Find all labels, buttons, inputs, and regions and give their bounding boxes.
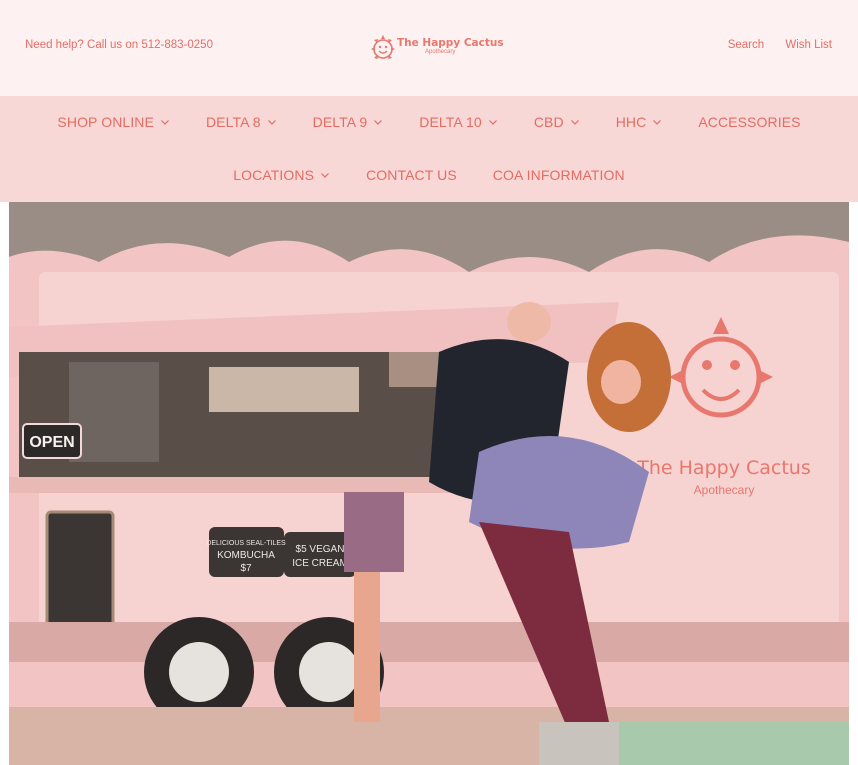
- icecream-sign-line1: $5 VEGAN: [296, 544, 345, 555]
- logo-name: The Happy Cactus: [397, 37, 504, 49]
- nav-row-primary: SHOP ONLINE DELTA 8 DELTA 9 DELTA 10 CBD HHC A…: [0, 112, 858, 132]
- nav-item-delta-9[interactable]: DELTA 9: [313, 112, 384, 132]
- nav-item-delta-8[interactable]: DELTA 8: [206, 112, 277, 132]
- chevron-down-icon: [374, 120, 383, 125]
- chevron-down-icon: [267, 120, 276, 125]
- chevron-down-icon: [488, 120, 497, 125]
- nav-item-contact-us[interactable]: CONTACT US: [366, 165, 457, 185]
- wishlist-link[interactable]: Wish List: [785, 39, 832, 51]
- nav-item-hhc[interactable]: HHC: [616, 112, 663, 132]
- nav-item-label: LOCATIONS: [233, 167, 315, 183]
- open-sign: OPEN: [29, 434, 74, 451]
- top-actions: Search Wish List: [710, 39, 832, 51]
- icecream-sign-line2: ICE CREAM: [292, 558, 348, 569]
- logo-subtitle: Apothecary: [425, 49, 456, 55]
- nav-item-label: DELTA 10: [419, 114, 482, 130]
- nav-item-label: HHC: [615, 114, 647, 130]
- nav-item-locations[interactable]: LOCATIONS: [233, 165, 330, 185]
- kombucha-sign-line1: DELICIOUS SEAL-TILES: [206, 540, 286, 547]
- nav-item-label: ACCESSORIES: [698, 114, 801, 130]
- chevron-down-icon: [570, 120, 579, 125]
- nav-item-label: DELTA 9: [312, 114, 368, 130]
- kombucha-sign-price: $7: [240, 563, 252, 574]
- search-link[interactable]: Search: [728, 39, 764, 51]
- nav-item-accessories[interactable]: ACCESSORIES: [698, 112, 800, 132]
- nav-item-label: CBD: [533, 114, 564, 130]
- nav-item-cbd[interactable]: CBD: [534, 112, 580, 132]
- nav-item-label: CONTACT US: [366, 167, 457, 183]
- chevron-down-icon: [161, 120, 169, 125]
- trailer-brand-text: The Happy Cactus: [636, 457, 810, 479]
- nav-item-label: COA INFORMATION: [492, 167, 625, 183]
- hero-image: OPEN DELICIOUS SEAL-TILES KOMBUCHA $7 $5…: [9, 202, 849, 765]
- hero-photo: OPEN DELICIOUS SEAL-TILES KOMBUCHA $7 $5…: [9, 202, 849, 765]
- main-navigation: SHOP ONLINE DELTA 8 DELTA 9 DELTA 10 CBD HHC A…: [0, 96, 858, 202]
- nav-item-coa-information[interactable]: COA INFORMATION: [493, 165, 625, 185]
- nav-row-secondary: LOCATIONS CONTACT US COA INFORMATION: [0, 165, 858, 185]
- chevron-down-icon: [321, 173, 329, 178]
- trailer-brand-sub: Apothecary: [694, 483, 755, 497]
- nav-item-label: SHOP ONLINE: [57, 114, 154, 130]
- cactus-sun-icon: [371, 35, 395, 59]
- help-phone-link[interactable]: Need help? Call us on 512-883-0250: [25, 39, 213, 51]
- top-bar: Need help? Call us on 512-883-0250 The H…: [0, 0, 858, 96]
- nav-item-label: DELTA 8: [205, 114, 261, 130]
- site-logo[interactable]: The Happy Cactus Apothecary: [369, 33, 504, 63]
- chevron-down-icon: [653, 120, 662, 125]
- nav-item-shop-online[interactable]: SHOP ONLINE: [57, 112, 170, 132]
- nav-item-delta-10[interactable]: DELTA 10: [419, 112, 498, 132]
- kombucha-sign-line2: KOMBUCHA: [217, 550, 275, 561]
